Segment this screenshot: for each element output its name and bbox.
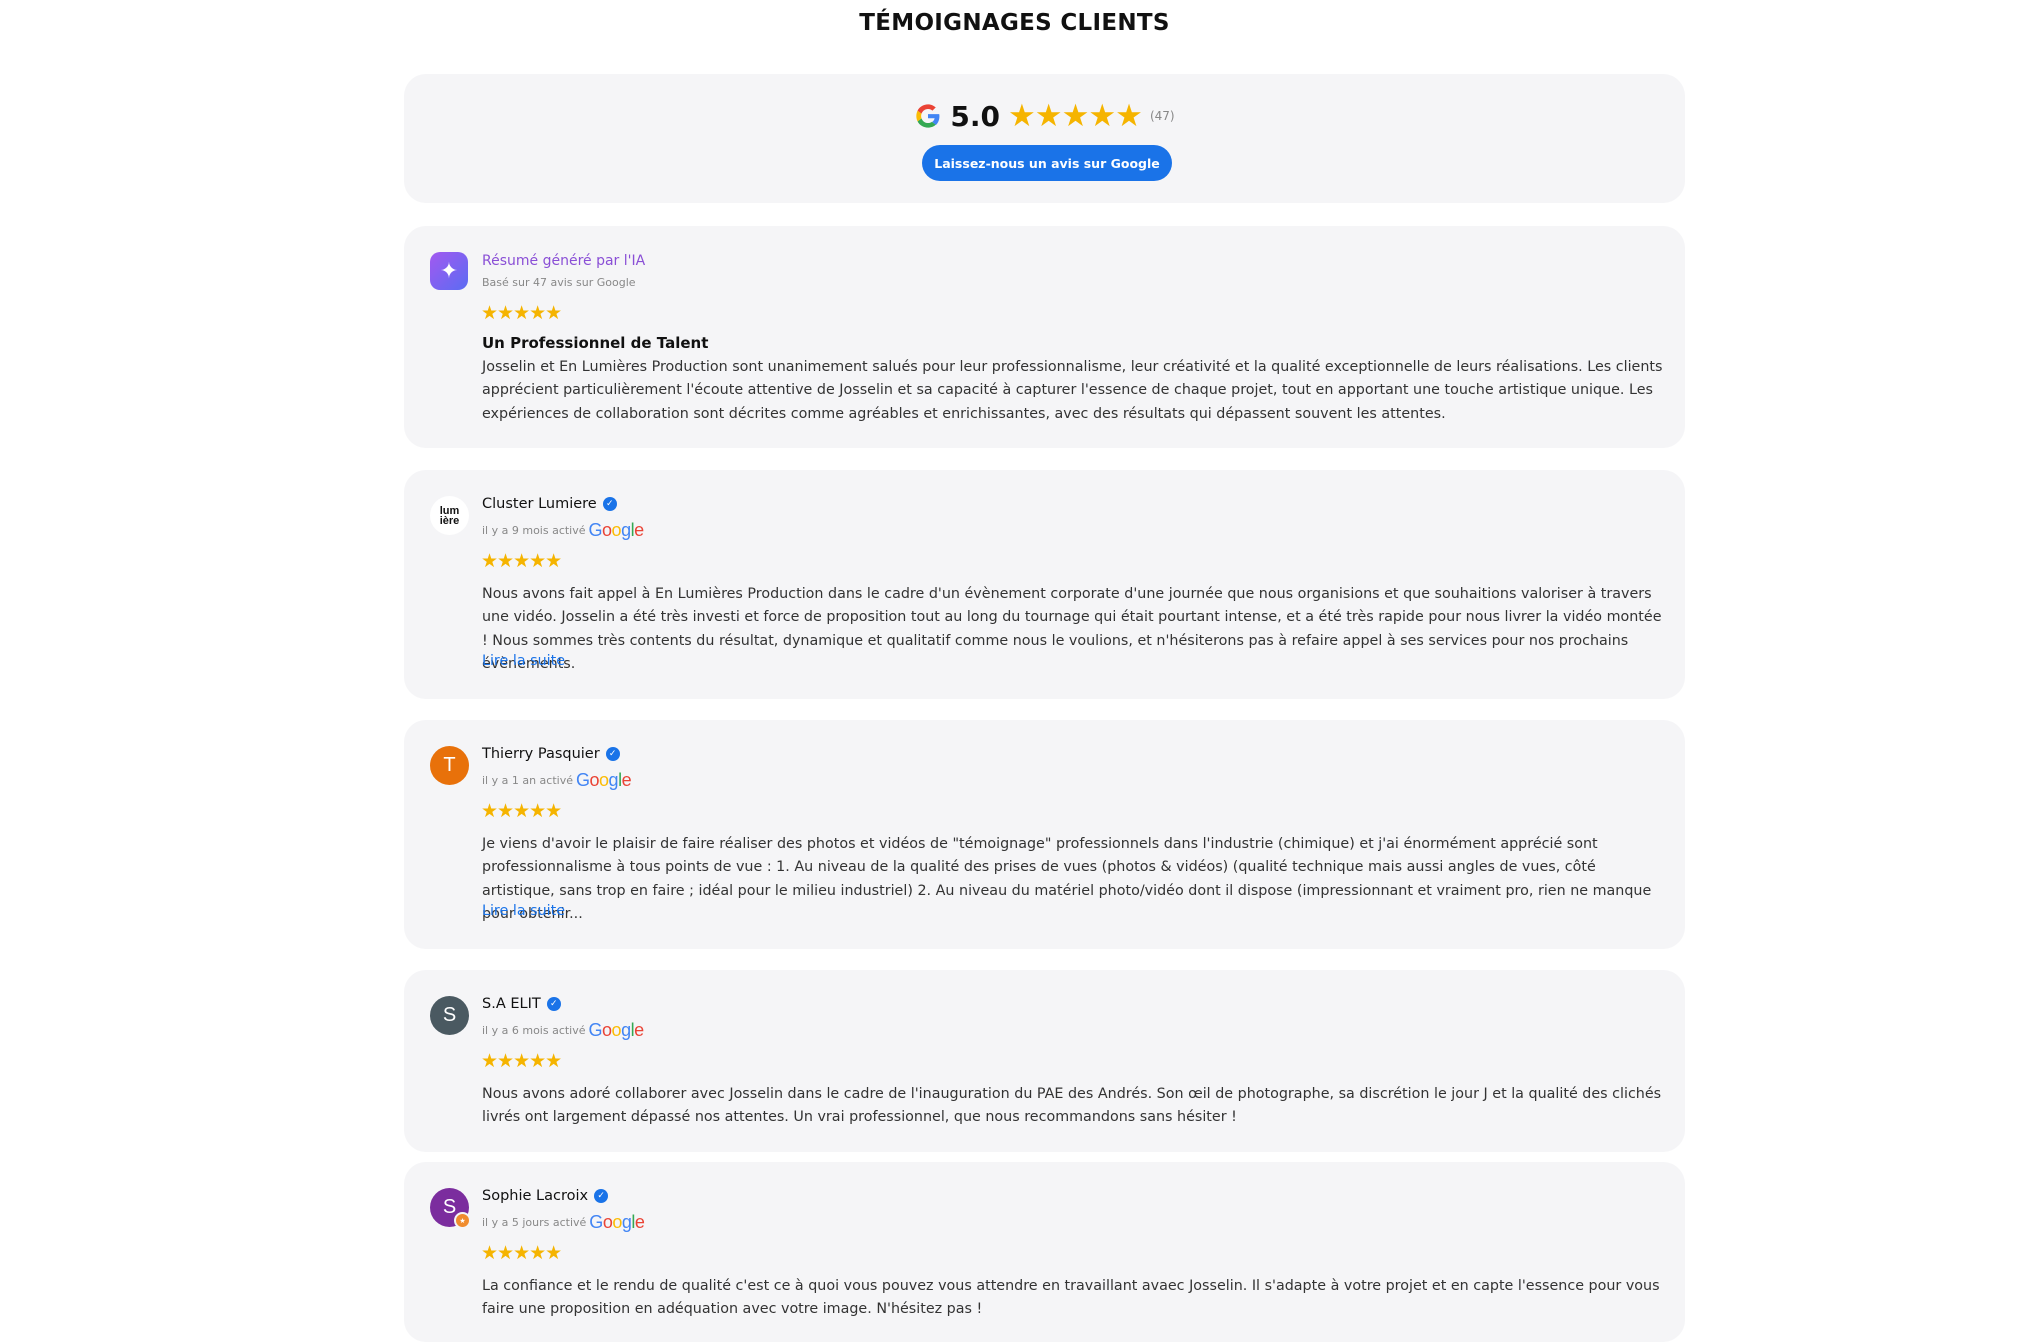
review-card: lum ière Cluster Lumiere ✓ il y a 9 mois … bbox=[404, 470, 1685, 699]
ai-summary-text: Josselin et En Lumières Production sont … bbox=[482, 359, 1663, 422]
rating-row: 5.0 ★★★★★ (47) bbox=[404, 98, 1685, 134]
testimonials-page: TÉMOIGNAGES CLIENTS 5.0 ★★★★★ (47) Laiss… bbox=[0, 0, 2029, 1342]
google-g-icon bbox=[916, 104, 940, 128]
local-guide-badge-icon: ★ bbox=[454, 1212, 471, 1229]
rating-value: 5.0 bbox=[950, 99, 1000, 133]
reviewer-name: S.A ELIT ✓ bbox=[482, 996, 561, 1012]
review-text: Nous avons fait appel à En Lumières Prod… bbox=[482, 586, 1662, 672]
review-card: T Thierry Pasquier ✓ il y a 1 an activé G… bbox=[404, 720, 1685, 949]
review-meta: il y a 5 jours activé Google bbox=[482, 1212, 645, 1233]
verified-icon: ✓ bbox=[602, 497, 617, 511]
avatar: lum ière bbox=[430, 496, 469, 535]
rating-stars: ★★★★★ bbox=[1008, 98, 1143, 134]
review-time: il y a 5 jours activé bbox=[482, 1216, 587, 1229]
ai-summary-heading: Un Professionnel de Talent bbox=[482, 334, 709, 352]
rating-summary-card: 5.0 ★★★★★ (47) Laissez-nous un avis sur … bbox=[404, 74, 1685, 203]
verified-icon: ✓ bbox=[594, 1189, 609, 1203]
review-text: Nous avons adoré collaborer avec Josseli… bbox=[482, 1086, 1662, 1126]
google-wordmark: Google bbox=[576, 770, 632, 790]
ai-summary-stars: ★★★★★ bbox=[481, 302, 562, 324]
reviewer-name: Thierry Pasquier ✓ bbox=[482, 746, 620, 762]
review-stars: ★★★★★ bbox=[481, 550, 562, 572]
reviewer-name: Cluster Lumiere ✓ bbox=[482, 496, 617, 512]
review-time: il y a 9 mois activé bbox=[482, 524, 586, 537]
ai-summary-subtitle: Basé sur 47 avis sur Google bbox=[482, 276, 636, 289]
review-time: il y a 6 mois activé bbox=[482, 1024, 586, 1037]
review-count: (47) bbox=[1149, 109, 1175, 123]
verified-icon: ✓ bbox=[546, 997, 561, 1011]
review-stars: ★★★★★ bbox=[481, 800, 562, 822]
ai-summary-card: ✦ Résumé généré par l'IA Basé sur 47 avi… bbox=[404, 226, 1685, 448]
review-text: Je viens d'avoir le plaisir de faire réa… bbox=[482, 836, 1652, 922]
verified-icon: ✓ bbox=[605, 747, 620, 761]
google-wordmark: Google bbox=[589, 1212, 645, 1232]
review-meta: il y a 1 an activé Google bbox=[482, 770, 632, 791]
review-text: La confiance et le rendu de qualité c'es… bbox=[482, 1278, 1660, 1318]
avatar-logo-text: lum ière bbox=[439, 504, 460, 527]
avatar: T bbox=[430, 746, 469, 785]
review-meta: il y a 9 mois activé Google bbox=[482, 520, 644, 541]
google-wordmark: Google bbox=[588, 520, 645, 540]
page-title: TÉMOIGNAGES CLIENTS bbox=[859, 10, 1170, 36]
reviewer-name: Sophie Lacroix ✓ bbox=[482, 1188, 609, 1204]
review-card: S ★ Sophie Lacroix ✓ il y a 5 jours activ… bbox=[404, 1162, 1685, 1342]
review-card: S S.A ELIT ✓ il y a 6 mois activé Google … bbox=[404, 970, 1685, 1152]
avatar: S bbox=[430, 996, 469, 1035]
read-more-link[interactable]: Lire la suite bbox=[482, 653, 565, 669]
review-stars: ★★★★★ bbox=[481, 1242, 562, 1264]
sparkle-icon: ✦ bbox=[430, 252, 468, 290]
leave-review-button[interactable]: Laissez-nous un avis sur Google bbox=[922, 145, 1172, 181]
review-time: il y a 1 an activé bbox=[482, 774, 573, 787]
read-more-link[interactable]: Lire la suite bbox=[482, 903, 565, 919]
ai-summary-title: Résumé généré par l'IA bbox=[482, 253, 646, 269]
google-wordmark: Google bbox=[588, 1020, 645, 1040]
review-stars: ★★★★★ bbox=[481, 1050, 562, 1072]
review-meta: il y a 6 mois activé Google bbox=[482, 1020, 644, 1041]
avatar: S ★ bbox=[430, 1188, 471, 1229]
